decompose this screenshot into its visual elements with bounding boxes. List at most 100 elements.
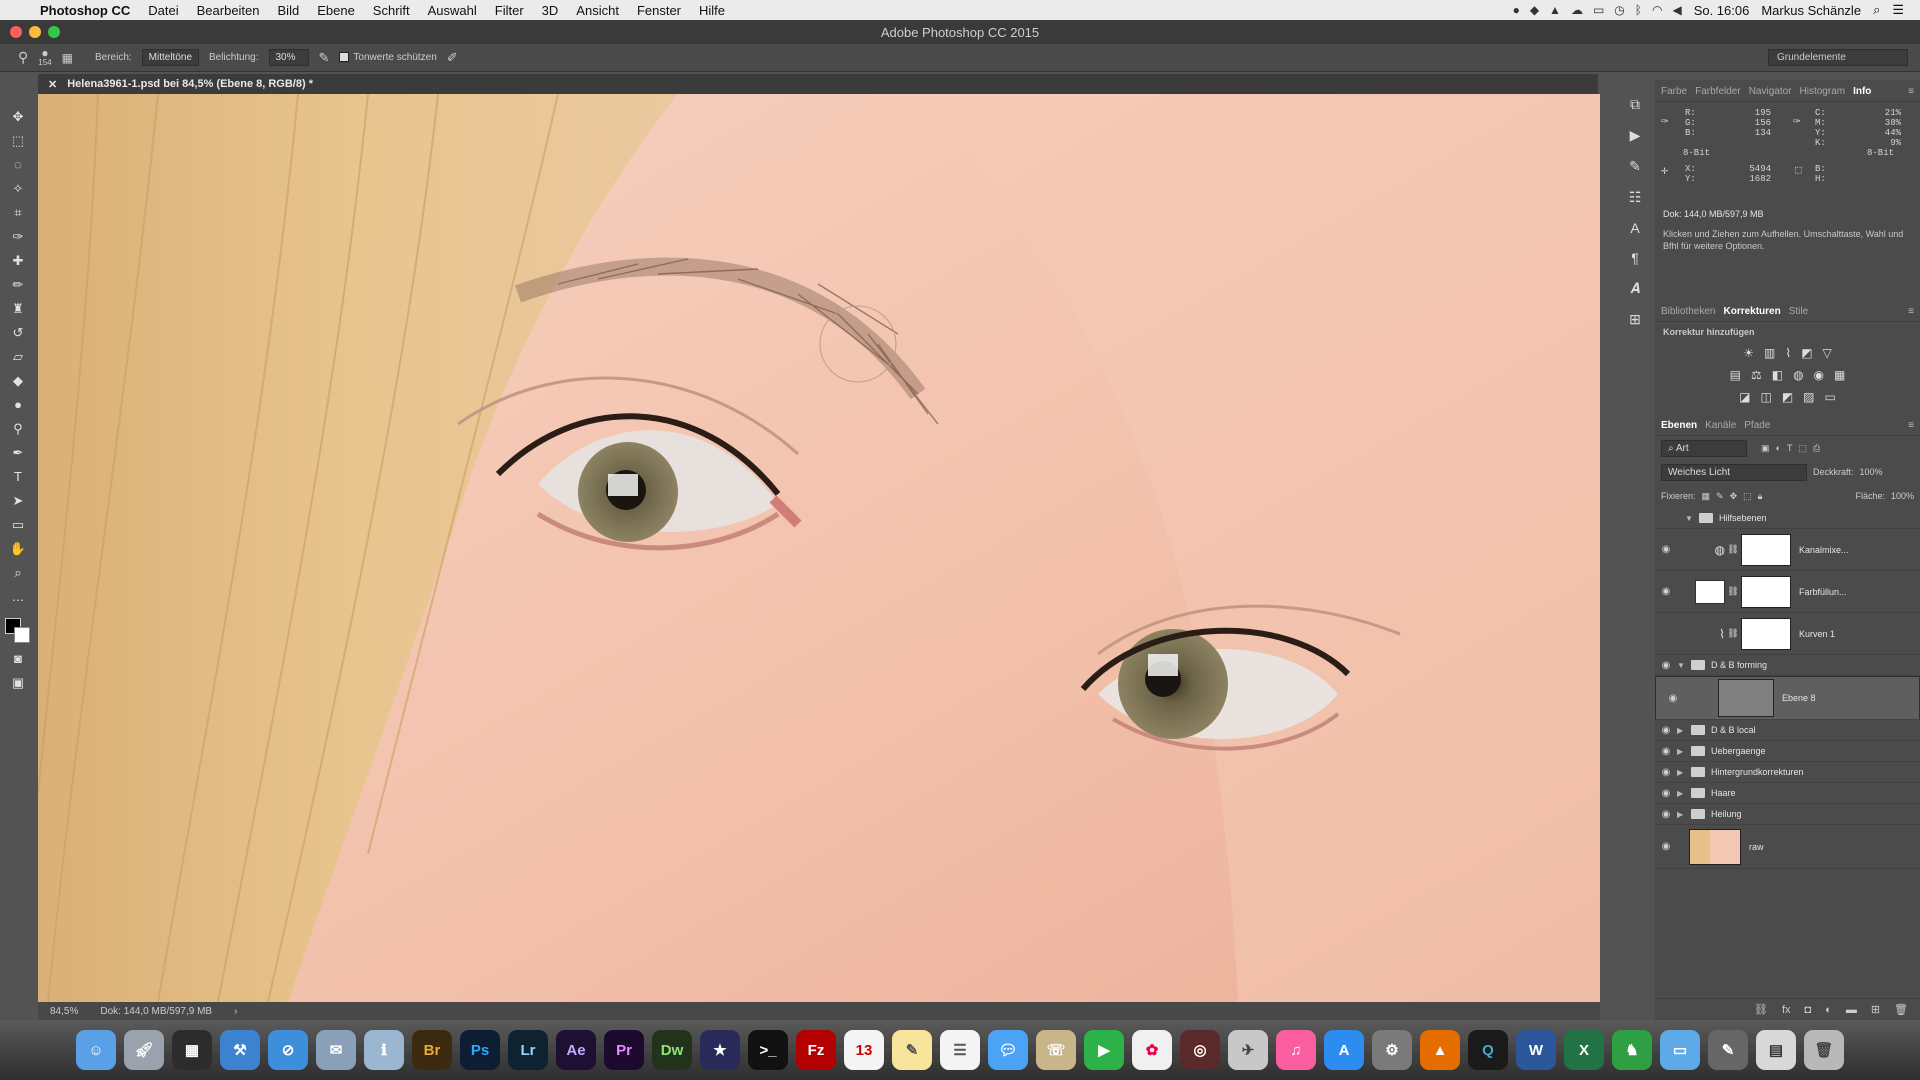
brushes-panel-icon[interactable]: ✎	[1629, 158, 1641, 175]
background-color-swatch[interactable]	[14, 627, 30, 643]
protect-tones-checkbox[interactable]: Tonwerte schützen	[339, 52, 437, 63]
document-tab[interactable]: ✕ Helena3961-1.psd bei 84,5% (Ebene 8, R…	[38, 74, 1598, 94]
safari-icon[interactable]: ⊘	[268, 1030, 308, 1070]
app-menu[interactable]: Photoshop CC	[40, 3, 130, 18]
photoshop-icon[interactable]: Ps	[460, 1030, 500, 1070]
tab-kanaele[interactable]: Kanäle	[1705, 420, 1736, 431]
add-mask-icon[interactable]: ◘	[1805, 1004, 1812, 1016]
lock-transparent-icon[interactable]: ▦	[1702, 491, 1711, 502]
vibrance-icon[interactable]: ▽	[1823, 346, 1832, 360]
panel-menu-icon[interactable]: ≡	[1908, 420, 1914, 431]
move-tool-icon[interactable]: ✥	[7, 108, 29, 126]
zoom-tool-icon[interactable]: ⌕	[7, 564, 29, 582]
layer-mask-thumbnail[interactable]	[1741, 533, 1791, 566]
quicktime-icon[interactable]: Q	[1468, 1030, 1508, 1070]
tab-farbe[interactable]: Farbe	[1661, 86, 1687, 97]
tab-histogram[interactable]: Histogram	[1800, 86, 1846, 97]
layer-row-selected[interactable]: ◉ Ebene 8	[1655, 676, 1920, 720]
menu-schrift[interactable]: Schrift	[373, 3, 410, 18]
tab-navigator[interactable]: Navigator	[1749, 86, 1792, 97]
app-store-icon[interactable]: A	[1324, 1030, 1364, 1070]
dodge-tool-icon[interactable]: ⚲	[7, 420, 29, 438]
expand-caret-icon[interactable]: ▼	[1685, 514, 1695, 523]
healing-brush-tool-icon[interactable]: ✚	[7, 252, 29, 270]
itunes-icon[interactable]: ♫	[1276, 1030, 1316, 1070]
menu-datei[interactable]: Datei	[148, 3, 178, 18]
lightroom-icon[interactable]: Lr	[508, 1030, 548, 1070]
doc-size[interactable]: Dok: 144,0 MB/597,9 MB	[100, 1006, 212, 1017]
vlc-icon[interactable]: ▲	[1420, 1030, 1460, 1070]
lock-all-icon[interactable]: 🔒︎	[1758, 491, 1763, 502]
lock-position-icon[interactable]: ✥	[1730, 491, 1738, 502]
filter-type-icon[interactable]: T	[1787, 443, 1793, 453]
dropbox-icon[interactable]: ◆	[1530, 3, 1539, 17]
menu-bearbeiten[interactable]: Bearbeiten	[197, 3, 260, 18]
contacts-icon[interactable]: ☏	[1036, 1030, 1076, 1070]
zoom-window-button[interactable]	[48, 26, 60, 38]
curves-icon[interactable]: ⌇	[1785, 346, 1791, 360]
new-layer-icon[interactable]: ⊞	[1871, 1003, 1880, 1016]
menu-fenster[interactable]: Fenster	[637, 3, 681, 18]
messages-icon[interactable]: 💬︎	[988, 1030, 1028, 1070]
new-group-icon[interactable]: ▬	[1846, 1004, 1857, 1016]
eye-icon[interactable]: ◉	[1655, 660, 1677, 671]
photo-booth-icon[interactable]: ◎	[1180, 1030, 1220, 1070]
layer-row[interactable]: ◉ ▶ Heilung	[1655, 804, 1920, 825]
eye-icon[interactable]: ◉	[1655, 788, 1677, 799]
glyphs-panel-icon[interactable]: 𝑨	[1630, 280, 1640, 297]
lock-artboard-icon[interactable]: ⬚	[1743, 491, 1752, 502]
premiere-icon[interactable]: Pr	[604, 1030, 644, 1070]
downloads-folder-icon[interactable]: ▭	[1660, 1030, 1700, 1070]
libraries-panel-icon[interactable]: ⊞	[1629, 311, 1641, 328]
record-icon[interactable]: ●	[1513, 3, 1520, 17]
after-effects-icon[interactable]: Ae	[556, 1030, 596, 1070]
finder-icon[interactable]: ☺	[76, 1030, 116, 1070]
tab-farbfelder[interactable]: Farbfelder	[1695, 86, 1741, 97]
tab-info[interactable]: Info	[1853, 86, 1871, 97]
exposure-input[interactable]: 30%	[268, 49, 309, 66]
gradient-map-icon[interactable]: ▭	[1825, 390, 1836, 404]
pen-tool-icon[interactable]: ✒	[7, 444, 29, 462]
raw-layer-thumbnail[interactable]	[1689, 828, 1741, 865]
range-select[interactable]: Mitteltöne	[141, 49, 200, 66]
launchpad-icon[interactable]: 🚀︎	[124, 1030, 164, 1070]
posterize-icon[interactable]: ◫	[1760, 390, 1771, 404]
panel-menu-icon[interactable]: ≡	[1908, 86, 1914, 97]
word-icon[interactable]: W	[1516, 1030, 1556, 1070]
layer-mask-thumbnail[interactable]	[1741, 575, 1791, 608]
layer-row[interactable]: ▼ Hilfsebenen	[1655, 508, 1920, 529]
monitor-icon[interactable]: ▭	[1593, 3, 1604, 17]
layer-row[interactable]: ◉ ▼ D & B forming	[1655, 655, 1920, 676]
history-panel-icon[interactable]: ⧉	[1630, 96, 1640, 113]
actions-panel-icon[interactable]: ▶	[1630, 127, 1641, 144]
user-name[interactable]: Markus Schänzle	[1761, 3, 1861, 18]
fill-input[interactable]: 100%	[1891, 491, 1914, 501]
eye-icon[interactable]: ◉	[1662, 693, 1684, 704]
menu-ansicht[interactable]: Ansicht	[576, 3, 619, 18]
tab-pfade[interactable]: Pfade	[1744, 420, 1770, 431]
properties-panel-icon[interactable]: ☷	[1629, 189, 1642, 206]
paragraph-panel-icon[interactable]: ¶	[1631, 250, 1639, 266]
calendar-icon[interactable]: 13	[844, 1030, 884, 1070]
eye-icon[interactable]: ◉	[1655, 767, 1677, 778]
collapse-caret-icon[interactable]: ▶	[1677, 768, 1687, 777]
threshold-icon[interactable]: ◩	[1782, 390, 1793, 404]
clock[interactable]: So. 16:06	[1694, 3, 1750, 18]
collapse-caret-icon[interactable]: ▶	[1677, 789, 1687, 798]
rectangle-tool-icon[interactable]: ▭	[7, 516, 29, 534]
menu-auswahl[interactable]: Auswahl	[428, 3, 477, 18]
evernote-icon[interactable]: ♞	[1612, 1030, 1652, 1070]
type-tool-icon[interactable]: T	[7, 468, 29, 486]
history-brush-tool-icon[interactable]: ↺	[7, 324, 29, 342]
layer-filter-select[interactable]: ⌕ Art	[1661, 439, 1747, 457]
lock-pixels-icon[interactable]: ✎	[1716, 491, 1724, 502]
close-document-icon[interactable]: ✕	[48, 78, 57, 91]
close-window-button[interactable]	[10, 26, 22, 38]
time-machine-icon[interactable]: ◷	[1614, 3, 1624, 17]
layer-mask-thumbnail[interactable]	[1741, 617, 1791, 650]
notes-icon[interactable]: ✎	[892, 1030, 932, 1070]
filter-pixel-icon[interactable]: ▣	[1761, 443, 1770, 454]
mission-control-icon[interactable]: ▦	[172, 1030, 212, 1070]
notification-center-icon[interactable]: ☰	[1892, 2, 1904, 18]
brightness-icon[interactable]: ☀	[1743, 346, 1754, 360]
